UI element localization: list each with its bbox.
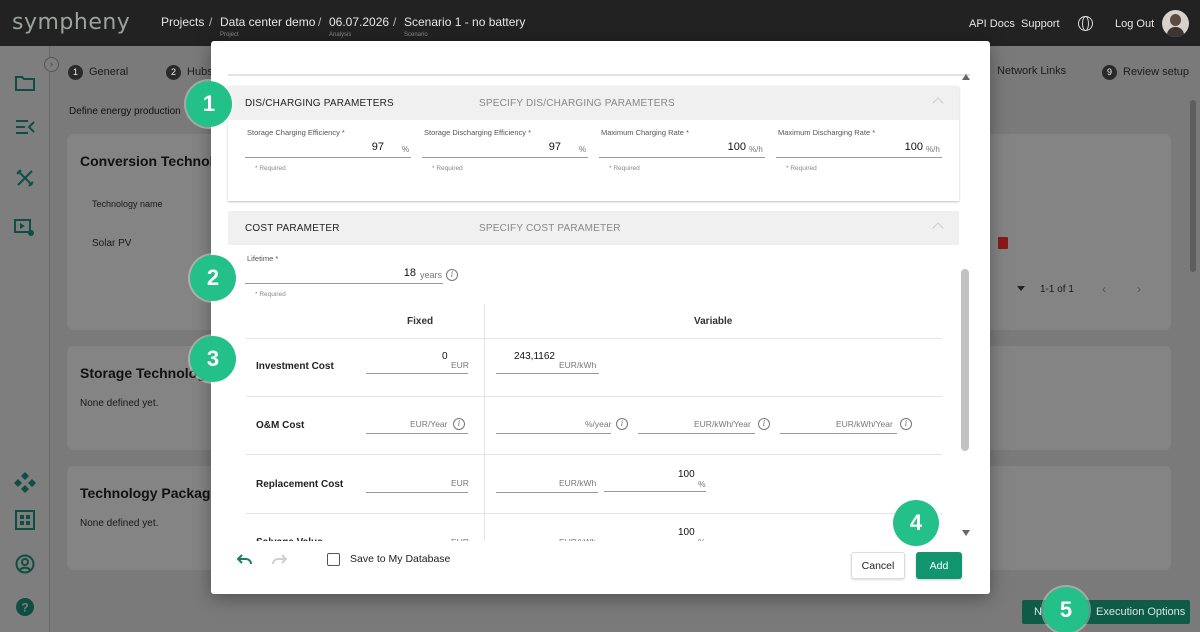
storage-empty: None defined yet. <box>80 398 159 409</box>
fixed-header: Fixed <box>407 316 434 327</box>
cancel-button[interactable]: Cancel <box>851 552 905 579</box>
globe-icon[interactable] <box>1078 16 1093 31</box>
replacement-fixed-field[interactable]: EUR <box>366 474 469 493</box>
dis-charging-header[interactable]: DIS/CHARGING PARAMETERS SPECIFY DIS/CHAR… <box>228 86 959 120</box>
step-review-setup[interactable]: 9 Review setup <box>1102 65 1189 80</box>
redo-icon[interactable] <box>271 553 288 570</box>
network-icon[interactable] <box>14 471 36 493</box>
list-collapse-icon[interactable] <box>14 118 36 140</box>
chevron-down-icon[interactable] <box>1017 286 1025 291</box>
chevron-up-icon[interactable] <box>932 222 944 234</box>
page-scrollbar[interactable] <box>1190 100 1196 272</box>
dialog-scrollbar[interactable] <box>961 269 969 451</box>
info-icon[interactable]: i <box>453 418 465 430</box>
conversion-title: Conversion Technolo <box>80 153 223 169</box>
om-per-kwh-alt-field[interactable]: EUR/kWh/Year <box>780 415 897 434</box>
info-icon[interactable]: i <box>616 418 628 430</box>
breadcrumb-scenario[interactable]: Scenario 1 - no battery Scenario <box>404 15 525 38</box>
help-icon[interactable]: ? <box>14 597 36 619</box>
breadcrumb-date[interactable]: 06.07.2026 Analysis <box>329 15 389 38</box>
section-title: DIS/CHARGING PARAMETERS <box>245 98 394 109</box>
prev-page-icon[interactable]: ‹ <box>1102 282 1106 296</box>
annotation-marker-1: 1 <box>186 81 232 127</box>
svg-text:?: ? <box>21 601 28 615</box>
pager-range: 1-1 of 1 <box>1040 284 1074 295</box>
table-divider <box>484 304 485 544</box>
divider <box>246 454 942 455</box>
info-icon[interactable]: i <box>900 418 912 430</box>
breadcrumb-analysis[interactable]: Data center demo Project <box>220 15 315 38</box>
define-energy-text: Define energy production <box>69 106 181 117</box>
breadcrumb-separator: / <box>393 15 397 29</box>
sidebar: ? <box>0 46 50 632</box>
section-title: COST PARAMETER <box>245 223 340 234</box>
breadcrumb-analysis-sub: Analysis <box>329 32 352 38</box>
replacement-cost-label: Replacement Cost <box>256 479 344 490</box>
salvage-percent-field[interactable]: 100 % <box>604 527 706 547</box>
cost-header[interactable]: COST PARAMETER SPECIFY COST PARAMETER <box>228 211 959 245</box>
tech-column-header: Technology name <box>92 199 163 209</box>
info-icon[interactable]: i <box>758 418 770 430</box>
play-settings-icon[interactable] <box>14 218 36 240</box>
annotation-marker-5: 5 <box>1043 587 1089 632</box>
annotation-marker-3: 3 <box>190 336 236 382</box>
step-hubs[interactable]: 2 Hubs <box>166 65 213 80</box>
support-link[interactable]: Support <box>1021 18 1060 30</box>
chevron-up-icon[interactable] <box>932 97 944 109</box>
breadcrumb-scenario-sub: Scenario <box>404 32 428 38</box>
folder-icon[interactable] <box>14 74 36 96</box>
info-icon[interactable]: i <box>446 269 458 281</box>
breadcrumb-separator: / <box>209 15 213 29</box>
section-subtitle: SPECIFY DIS/CHARGING PARAMETERS <box>479 98 675 109</box>
next-button[interactable]: N <box>1034 606 1042 618</box>
scroll-down-icon[interactable] <box>962 530 970 536</box>
step-network-links[interactable]: Network Links <box>997 65 1066 77</box>
dialog-footer: Save to My Database Cancel Add <box>211 541 990 594</box>
variable-header: Variable <box>694 316 733 327</box>
breadcrumb-project-sub: Project <box>220 32 239 38</box>
tools-icon[interactable] <box>14 168 36 190</box>
investment-cost-label: Investment Cost <box>256 361 334 372</box>
undo-icon[interactable] <box>236 553 253 570</box>
investment-fixed-field[interactable]: 0 EUR <box>366 351 469 374</box>
dis-charging-section: DIS/CHARGING PARAMETERS SPECIFY DIS/CHAR… <box>228 86 959 201</box>
save-to-database-label[interactable]: Save to My Database <box>350 553 450 565</box>
breadcrumb-project[interactable]: Projects <box>161 15 204 29</box>
divider <box>228 74 970 76</box>
package-title: Technology Package <box>80 485 219 501</box>
annotation-marker-2: 2 <box>190 255 236 301</box>
execution-options-button[interactable]: Execution Options <box>1096 606 1185 618</box>
trash-icon[interactable] <box>998 237 1008 249</box>
next-page-icon[interactable]: › <box>1137 282 1141 296</box>
replacement-variable-field[interactable]: EUR/kWh <box>496 474 598 493</box>
replacement-percent-field[interactable]: 100 % <box>604 469 706 492</box>
divider <box>246 396 942 397</box>
section-subtitle: SPECIFY COST PARAMETER <box>479 223 621 234</box>
tech-row-solar[interactable]: Solar PV <box>92 238 131 249</box>
app-logo[interactable]: sympheny <box>12 10 130 35</box>
step-general[interactable]: 1 General <box>68 65 128 80</box>
account-icon[interactable] <box>14 554 36 576</box>
om-per-kwh-field[interactable]: EUR/kWh/Year <box>638 415 755 434</box>
breadcrumb-separator: / <box>318 15 322 29</box>
add-button[interactable]: Add <box>916 552 962 579</box>
avatar[interactable] <box>1162 10 1189 37</box>
package-empty: None defined yet. <box>80 518 159 529</box>
scroll-up-icon[interactable] <box>962 74 970 80</box>
storage-dialog: DIS/CHARGING PARAMETERS SPECIFY DIS/CHAR… <box>211 41 990 594</box>
divider <box>246 513 942 514</box>
cost-section: COST PARAMETER SPECIFY COST PARAMETER <box>228 211 959 245</box>
grid-icon[interactable] <box>14 510 36 532</box>
sidebar-collapse-button[interactable]: › <box>44 57 59 72</box>
api-docs-link[interactable]: API Docs <box>969 18 1015 30</box>
om-percent-field[interactable]: %/year <box>496 415 611 434</box>
top-bar: sympheny Projects / Data center demo Pro… <box>0 0 1200 46</box>
logout-link[interactable]: Log Out <box>1115 18 1154 30</box>
divider <box>246 338 942 339</box>
annotation-marker-4: 4 <box>893 500 939 546</box>
save-to-database-checkbox[interactable] <box>327 553 340 566</box>
om-cost-label: O&M Cost <box>256 420 305 431</box>
investment-variable-field[interactable]: 243,1162 EUR/kWh <box>496 351 599 374</box>
storage-title: Storage Technolog <box>80 365 206 381</box>
